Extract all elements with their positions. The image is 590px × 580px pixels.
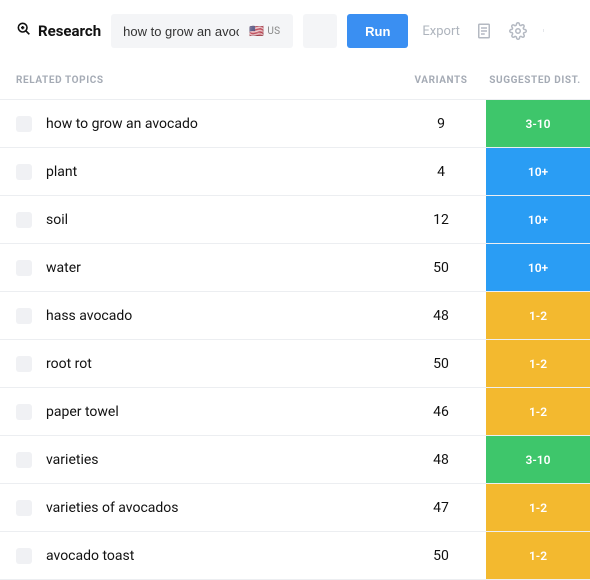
topic-text: how to grow an avocado <box>46 116 396 132</box>
variants-cell: 48 <box>396 452 486 468</box>
document-list-icon[interactable] <box>472 19 496 43</box>
dist-cell: 1-2 <box>486 292 590 339</box>
row-checkbox[interactable] <box>16 404 32 420</box>
variants-cell: 50 <box>396 356 486 372</box>
topic-text: varieties of avocados <box>46 500 396 516</box>
variants-cell: 48 <box>396 308 486 324</box>
table-row[interactable]: soil1210+ <box>0 196 590 244</box>
table-row[interactable]: plant410+ <box>0 148 590 196</box>
more-vert-icon[interactable] <box>540 19 550 43</box>
row-checkbox[interactable] <box>16 164 32 180</box>
table-row[interactable]: root rot501-2 <box>0 340 590 388</box>
search-input[interactable] <box>121 23 241 40</box>
table-row[interactable]: how to grow an avocado93-10 <box>0 100 590 148</box>
topic-text: varieties <box>46 452 396 468</box>
table-row[interactable]: hass avocado481-2 <box>0 292 590 340</box>
variants-cell: 9 <box>396 116 486 132</box>
row-checkbox[interactable] <box>16 212 32 228</box>
locale-label: US <box>267 26 280 37</box>
variants-cell: 46 <box>396 404 486 420</box>
row-checkbox[interactable] <box>16 116 32 132</box>
variants-cell: 4 <box>396 164 486 180</box>
square-aux-button[interactable] <box>303 14 337 48</box>
variants-cell: 50 <box>396 548 486 564</box>
topic-text: water <box>46 260 396 276</box>
topic-text: avocado toast <box>46 548 396 564</box>
variants-cell: 50 <box>396 260 486 276</box>
dist-cell: 10+ <box>486 148 590 195</box>
topic-text: plant <box>46 164 396 180</box>
col-header-dist[interactable]: Suggested Dist. <box>486 75 590 86</box>
dist-cell: 3-10 <box>486 436 590 483</box>
dist-cell: 3-10 <box>486 100 590 147</box>
header-bar: Research 🇺🇸 US Run Export <box>0 0 590 62</box>
dist-cell: 1-2 <box>486 388 590 435</box>
brand: Research <box>16 21 101 41</box>
row-checkbox[interactable] <box>16 452 32 468</box>
run-button[interactable]: Run <box>347 14 408 48</box>
table-row[interactable]: varieties483-10 <box>0 436 590 484</box>
export-button[interactable]: Export <box>422 24 460 39</box>
topic-text: paper towel <box>46 404 396 420</box>
dist-cell: 1-2 <box>486 532 590 579</box>
table-body: how to grow an avocado93-10plant410+soil… <box>0 100 590 580</box>
row-checkbox[interactable] <box>16 548 32 564</box>
gear-icon[interactable] <box>506 19 530 43</box>
flag-us-icon: 🇺🇸 <box>249 24 264 38</box>
brand-label: Research <box>38 22 101 40</box>
search-zoom-icon <box>16 21 32 41</box>
table-header: Related Topics Variants Suggested Dist. <box>0 62 590 100</box>
dist-cell: 10+ <box>486 196 590 243</box>
dist-cell: 10+ <box>486 244 590 291</box>
row-checkbox[interactable] <box>16 308 32 324</box>
table-row[interactable]: varieties of avocados471-2 <box>0 484 590 532</box>
row-checkbox[interactable] <box>16 500 32 516</box>
table-row[interactable]: water5010+ <box>0 244 590 292</box>
row-checkbox[interactable] <box>16 260 32 276</box>
table-row[interactable]: avocado toast501-2 <box>0 532 590 580</box>
topic-text: hass avocado <box>46 308 396 324</box>
locale-selector[interactable]: 🇺🇸 US <box>249 24 280 38</box>
row-checkbox[interactable] <box>16 356 32 372</box>
variants-cell: 47 <box>396 500 486 516</box>
dist-cell: 1-2 <box>486 340 590 387</box>
search-wrap: 🇺🇸 US <box>111 14 293 48</box>
table-row[interactable]: paper towel461-2 <box>0 388 590 436</box>
topic-text: soil <box>46 212 396 228</box>
col-header-topics[interactable]: Related Topics <box>16 75 396 86</box>
variants-cell: 12 <box>396 212 486 228</box>
col-header-variants[interactable]: Variants <box>396 75 486 86</box>
dist-cell: 1-2 <box>486 484 590 531</box>
topic-text: root rot <box>46 356 396 372</box>
